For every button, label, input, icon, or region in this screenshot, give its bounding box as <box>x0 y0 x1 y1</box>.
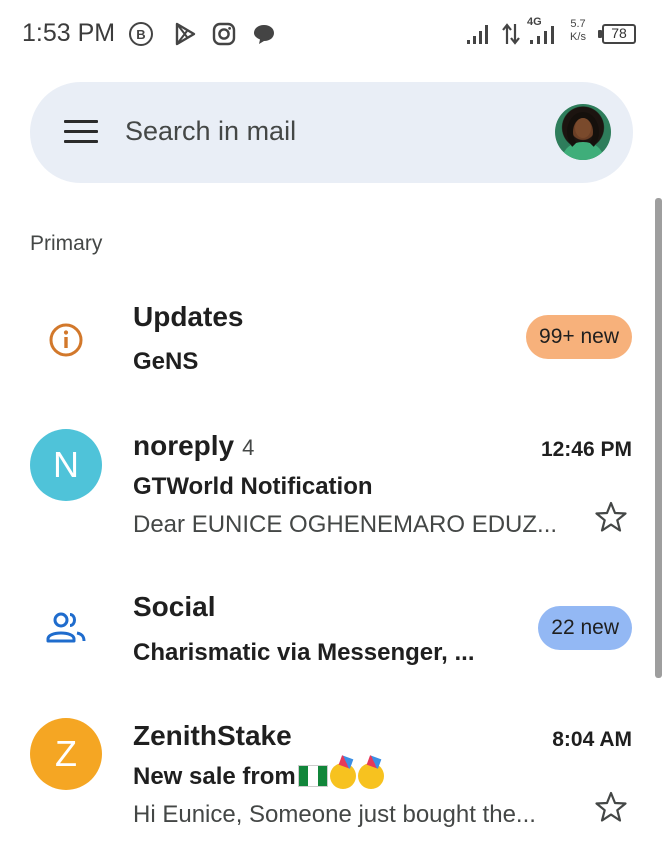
instagram-icon <box>212 22 236 46</box>
email-preview: Hi Eunice, Someone just bought the... <box>133 801 536 828</box>
battery-icon: 78 <box>598 24 638 44</box>
row-subtitle: GeNS <box>133 348 199 375</box>
network-speed: 5.7 K/s <box>566 18 590 44</box>
svg-text:B: B <box>136 27 145 42</box>
avatar-letter: N <box>30 429 102 501</box>
star-icon[interactable] <box>594 790 628 824</box>
sender-name: noreply 4 <box>133 430 254 462</box>
row-subtitle: Charismatic via Messenger, ... <box>133 639 475 666</box>
party-face-icon <box>329 763 356 789</box>
party-face-icon <box>357 763 384 789</box>
play-store-icon <box>175 22 196 46</box>
category-row-social[interactable]: Social Charismatic via Messenger, ... 22… <box>0 580 662 685</box>
category-row-updates[interactable]: Updates GeNS 99+ new <box>0 290 662 395</box>
nigeria-flag-icon <box>297 765 328 787</box>
sender-avatar[interactable]: Z <box>30 718 102 790</box>
section-label-primary: Primary <box>30 232 103 255</box>
thread-count: 4 <box>242 435 255 460</box>
sender-name: ZenithStake <box>133 720 292 751</box>
chat-bubble-icon <box>254 25 274 44</box>
status-bar: 1:53 PM B 4G 5.7 K/s 78 <box>0 0 662 68</box>
email-time: 12:46 PM <box>540 438 632 461</box>
row-title: Updates <box>133 301 244 332</box>
hamburger-menu-icon[interactable] <box>64 120 98 146</box>
battery-level: 78 <box>611 25 627 41</box>
data-transfer-icon <box>502 23 520 45</box>
email-preview: Dear EUNICE OGHENEMARO EDUZ... <box>133 511 558 538</box>
network-speed-unit: K/s <box>570 31 586 43</box>
new-count-badge: 99+ new <box>526 315 632 359</box>
account-avatar[interactable] <box>555 104 611 160</box>
search-bar[interactable]: Search in mail <box>30 82 633 183</box>
row-title: Social <box>133 591 216 622</box>
signal-4g-icon <box>530 26 554 44</box>
new-count-badge: 22 new <box>538 606 632 650</box>
email-subject: GTWorld Notification <box>133 473 373 500</box>
email-time: 8:04 AM <box>552 728 632 751</box>
avatar-letter: Z <box>30 718 102 790</box>
star-icon[interactable] <box>594 500 628 534</box>
network-speed-value: 5.7 <box>570 18 586 30</box>
sender-name-text: noreply <box>133 430 235 461</box>
email-subject: New sale from <box>133 763 384 791</box>
email-row-zenithstake[interactable]: Z ZenithStake 8:04 AM New sale from Hi E… <box>0 710 662 840</box>
status-time: 1:53 PM <box>22 19 116 47</box>
people-icon <box>46 612 86 643</box>
info-icon <box>49 323 83 357</box>
signal-icon <box>467 25 488 44</box>
sender-avatar[interactable]: N <box>30 429 102 501</box>
email-row-noreply[interactable]: N noreply 4 12:46 PM GTWorld Notification… <box>0 420 662 545</box>
business-b-icon: B <box>129 22 153 46</box>
email-subject-text: New sale from <box>133 763 296 790</box>
search-input[interactable]: Search in mail <box>125 116 296 147</box>
